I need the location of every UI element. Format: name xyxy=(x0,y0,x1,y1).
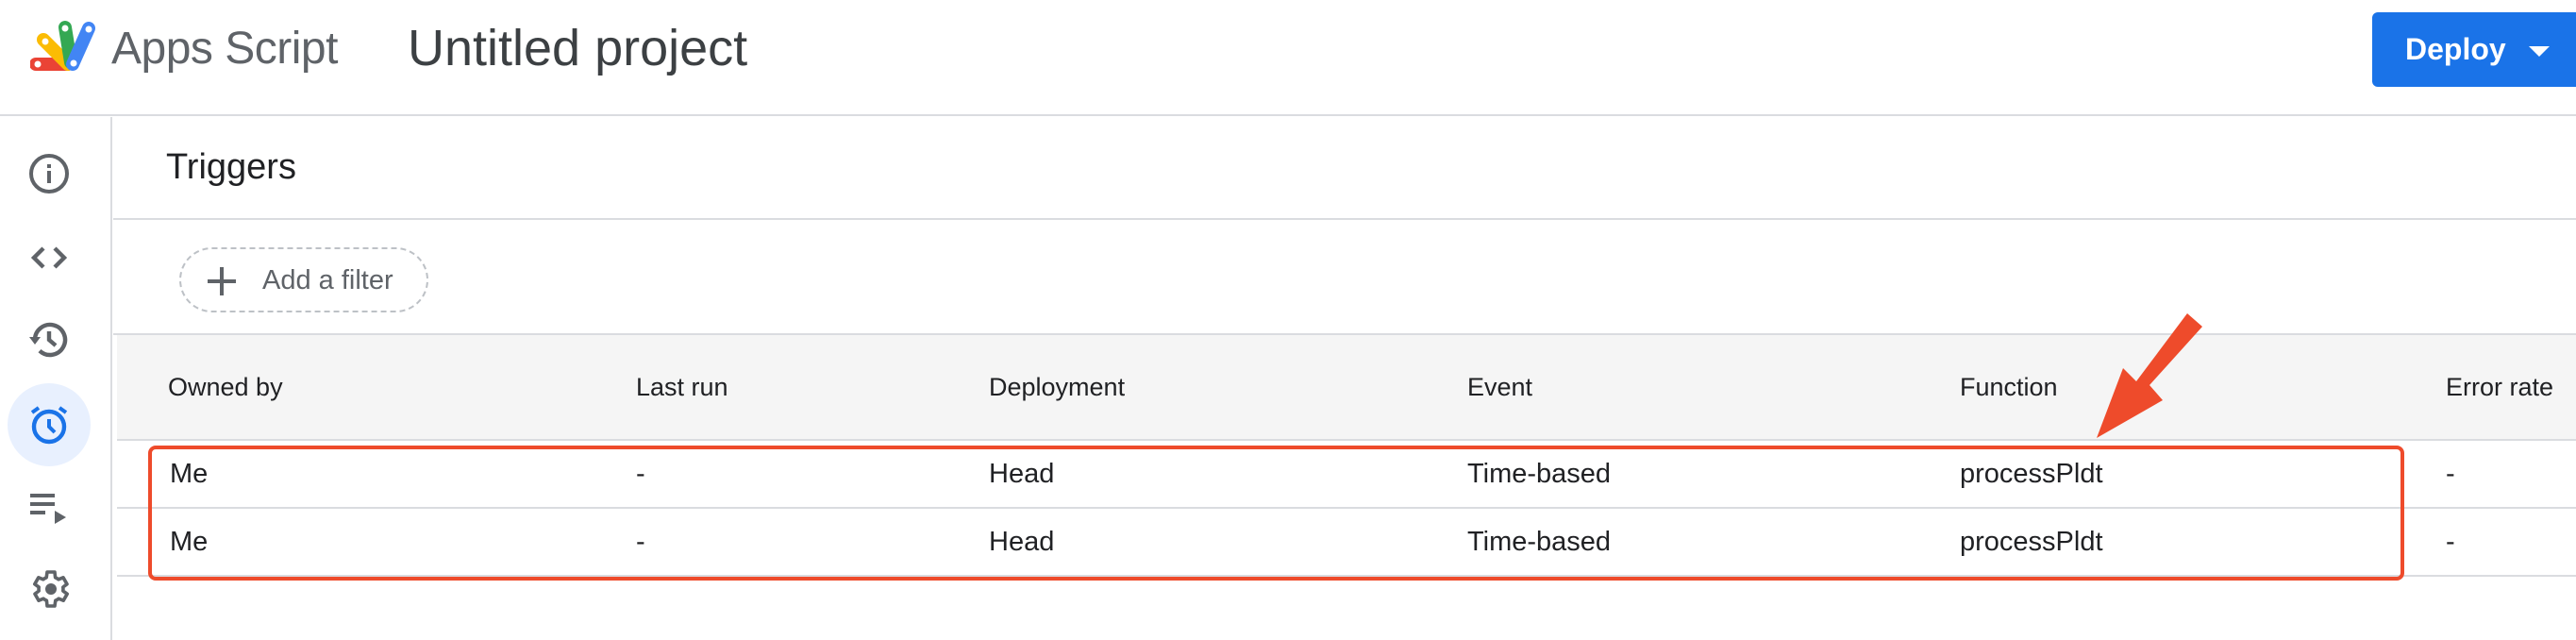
cell-deployment: Head xyxy=(989,459,1055,489)
cell-owned-by: Me xyxy=(170,527,209,557)
top-bar: Apps Script Untitled project Deploy xyxy=(0,0,2576,116)
sidebar-item-triggers[interactable] xyxy=(8,383,91,466)
main-content: Triggers Add a filter Owned by Last run … xyxy=(113,117,2576,640)
column-header-function[interactable]: Function xyxy=(1960,373,2058,402)
divider xyxy=(113,218,2576,220)
column-header-error-rate[interactable]: Error rate xyxy=(2446,373,2553,402)
cell-last-run: - xyxy=(636,459,645,489)
deploy-button[interactable]: Deploy xyxy=(2372,12,2576,87)
executions-icon xyxy=(30,494,66,524)
sidebar xyxy=(0,117,112,640)
sidebar-item-overview[interactable] xyxy=(8,132,91,215)
alarm-clock-icon xyxy=(30,406,68,445)
cell-event: Time-based xyxy=(1467,527,1612,557)
cell-deployment: Head xyxy=(989,527,1055,557)
deploy-label: Deploy xyxy=(2405,32,2506,66)
caret-down-icon xyxy=(2529,46,2550,57)
app-name: Apps Script xyxy=(111,24,338,74)
cell-event: Time-based xyxy=(1467,459,1612,489)
code-icon xyxy=(30,246,68,269)
cell-error-rate: - xyxy=(2446,527,2455,557)
plus-icon xyxy=(208,267,236,295)
cell-function: processPldt xyxy=(1960,527,2103,557)
sidebar-item-executions[interactable] xyxy=(8,465,91,548)
cell-error-rate: - xyxy=(2446,459,2455,489)
cell-owned-by: Me xyxy=(170,459,209,489)
table-header-row: Owned by Last run Deployment Event Funct… xyxy=(117,335,2576,441)
cell-function: processPldt xyxy=(1960,459,2103,489)
column-header-deployment[interactable]: Deployment xyxy=(989,373,1125,402)
column-header-last-run[interactable]: Last run xyxy=(636,373,728,402)
sidebar-item-editor[interactable] xyxy=(8,216,91,299)
table-row[interactable]: Me - Head Time-based processPldt - xyxy=(117,509,2576,577)
column-header-owned-by[interactable]: Owned by xyxy=(168,373,283,402)
column-header-event[interactable]: Event xyxy=(1467,373,1532,402)
page-title: Triggers xyxy=(166,147,296,187)
gear-icon xyxy=(33,570,69,608)
sidebar-item-project-history[interactable] xyxy=(8,298,91,381)
triggers-table: Owned by Last run Deployment Event Funct… xyxy=(117,335,2576,577)
history-icon xyxy=(29,322,68,358)
sidebar-item-project-settings[interactable] xyxy=(8,547,91,631)
info-icon xyxy=(29,154,69,194)
add-filter-button[interactable]: Add a filter xyxy=(179,247,428,312)
cell-last-run: - xyxy=(636,527,645,557)
table-row[interactable]: Me - Head Time-based processPldt - xyxy=(117,441,2576,509)
add-filter-label: Add a filter xyxy=(262,265,393,295)
project-title[interactable]: Untitled project xyxy=(408,19,747,77)
apps-script-logo-icon xyxy=(30,21,95,71)
